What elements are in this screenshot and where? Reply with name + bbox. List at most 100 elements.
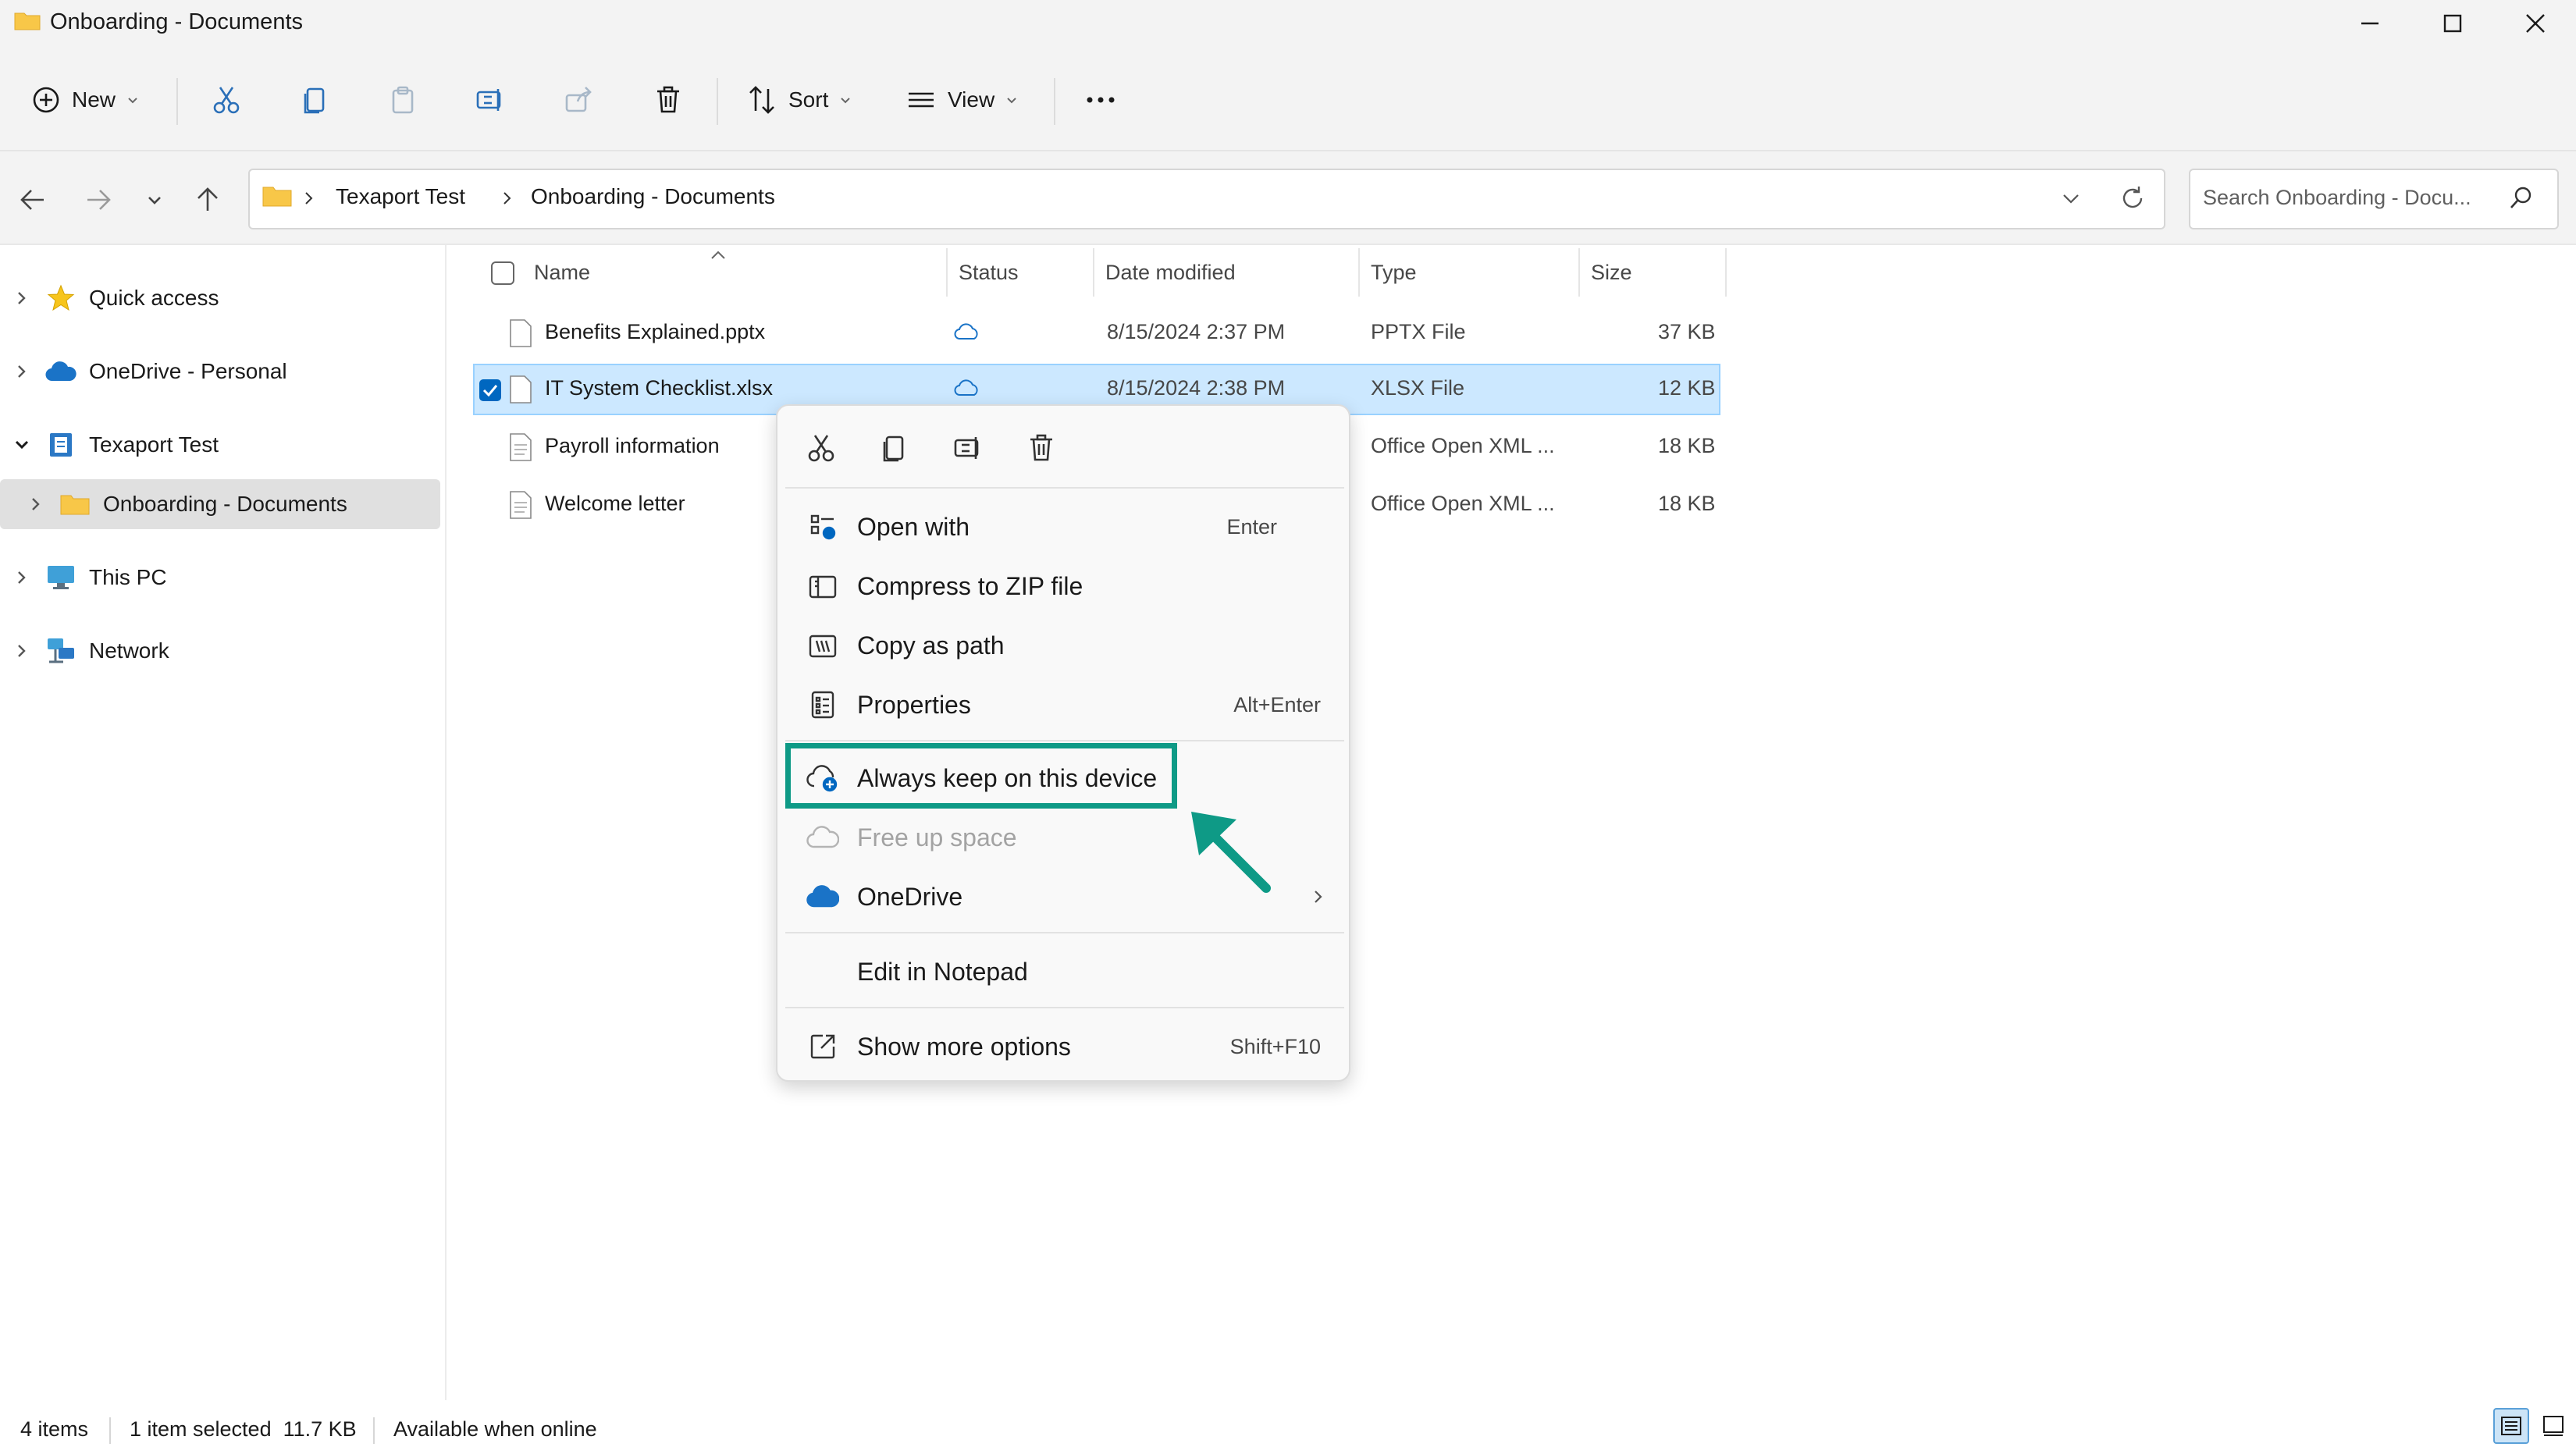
network-icon: [48, 638, 74, 663]
toolbar-separator: [1054, 78, 1055, 125]
sidebar-item-label: OneDrive - Personal: [89, 359, 287, 383]
details-view-icon: [2501, 1417, 2521, 1435]
status-selection: 1 item selected 11.7 KB: [130, 1417, 357, 1441]
cut-button[interactable]: [211, 75, 242, 125]
new-button[interactable]: New: [31, 75, 139, 125]
menu-separator: [785, 1007, 1344, 1008]
share-button[interactable]: [564, 75, 595, 125]
sidebar-item-quick-access[interactable]: Quick access: [0, 273, 440, 323]
column-separator[interactable]: [1725, 248, 1727, 297]
file-icon: [510, 319, 532, 347]
file-date: 8/15/2024 2:37 PM: [1107, 320, 1286, 343]
sidebar-item-this-pc[interactable]: This PC: [0, 553, 440, 603]
copy-icon: [304, 87, 325, 114]
chevron-right-icon: [18, 365, 26, 378]
copy-icon: [883, 436, 904, 462]
menu-item-show-more-options[interactable]: Show more options Shift+F10: [777, 1018, 1352, 1075]
sidebar-item-label: This PC: [89, 565, 167, 589]
context-cut-button[interactable]: [790, 423, 852, 473]
sidebar-item-texaport-test[interactable]: Texaport Test: [0, 420, 440, 470]
menu-item-edit-in-notepad[interactable]: Edit in Notepad: [777, 943, 1352, 1001]
checkbox-checked-icon[interactable]: [478, 378, 503, 403]
details-view-button[interactable]: [2493, 1408, 2529, 1444]
toolbar-separator: [717, 78, 718, 125]
column-header-type[interactable]: Type: [1371, 261, 1417, 285]
arrow-left-icon: [20, 190, 44, 210]
column-header-name[interactable]: Name: [534, 261, 590, 285]
maximize-icon: [2443, 14, 2462, 33]
library-icon: [50, 433, 72, 457]
chevron-down-icon[interactable]: [2059, 189, 2083, 208]
delete-button[interactable]: [653, 75, 684, 125]
column-separator[interactable]: [946, 248, 948, 297]
sort-button[interactable]: Sort: [746, 75, 852, 125]
view-button[interactable]: View: [906, 75, 1018, 125]
up-button[interactable]: [192, 184, 223, 219]
arrow-right-icon: [87, 190, 111, 210]
file-row[interactable]: Benefits Explained.pptx 8/15/2024 2:37 P…: [473, 308, 1720, 359]
more-icon: [1087, 97, 1115, 103]
file-name: Welcome letter: [545, 492, 685, 515]
copy-button[interactable]: [300, 75, 331, 125]
sort-icon: [749, 86, 774, 114]
file-size: 18 KB: [1658, 492, 1716, 515]
forward-button[interactable]: [83, 184, 114, 219]
column-header-date-modified[interactable]: Date modified: [1105, 261, 1236, 285]
rename-button[interactable]: [475, 75, 506, 125]
menu-item-copy-as-path[interactable]: Copy as path: [777, 617, 1352, 674]
paste-button[interactable]: [387, 75, 418, 125]
recent-locations-button[interactable]: [145, 190, 164, 213]
back-button[interactable]: [17, 184, 48, 219]
list-view-icon: [909, 92, 934, 108]
sidebar-item-onedrive-personal[interactable]: OneDrive - Personal: [0, 347, 440, 396]
sort-ascending-icon: [711, 251, 725, 259]
context-copy-button[interactable]: [863, 423, 926, 473]
window-title: Onboarding - Documents: [50, 9, 303, 34]
menu-item-properties[interactable]: Properties Alt+Enter: [777, 676, 1352, 734]
column-separator[interactable]: [1358, 248, 1360, 297]
menu-separator: [785, 487, 1344, 489]
minimize-button[interactable]: [2329, 0, 2411, 47]
chevron-down-icon: [1007, 98, 1016, 104]
menu-separator: [785, 740, 1344, 741]
close-button[interactable]: [2495, 0, 2576, 47]
scissors-icon: [808, 435, 834, 462]
sidebar-item-network[interactable]: Network: [0, 626, 440, 676]
file-type: XLSX File: [1371, 376, 1465, 400]
annotation-arrow-icon: [1191, 812, 1271, 893]
rename-icon: [954, 437, 979, 459]
cloud-icon: [806, 826, 839, 848]
zip-icon: [809, 575, 837, 599]
column-header-status[interactable]: Status: [959, 261, 1019, 285]
large-icons-view-icon: [2543, 1416, 2564, 1436]
chevron-down-icon: [15, 440, 29, 450]
more-button[interactable]: [1082, 75, 1119, 125]
column-separator[interactable]: [1578, 248, 1580, 297]
more-options-icon: [810, 1034, 835, 1059]
menu-item-label: Properties: [857, 690, 971, 719]
column-separator[interactable]: [1093, 248, 1094, 297]
file-size: 18 KB: [1658, 434, 1716, 457]
menu-item-open-with[interactable]: Open with Enter: [777, 498, 1352, 556]
sidebar-item-label: Texaport Test: [89, 432, 219, 457]
computer-icon: [48, 566, 74, 589]
menu-item-compress-zip[interactable]: Compress to ZIP file: [777, 557, 1352, 615]
select-all-checkbox[interactable]: [490, 261, 515, 286]
status-availability: Available when online: [393, 1417, 597, 1441]
search-icon[interactable]: [2507, 184, 2535, 212]
maximize-button[interactable]: [2412, 0, 2493, 47]
cloud-icon: [954, 379, 978, 396]
menu-item-label: Compress to ZIP file: [857, 571, 1083, 600]
copy-path-icon: [809, 635, 837, 658]
command-bar: [0, 47, 2576, 151]
sidebar-item-onboarding-documents[interactable]: Onboarding - Documents: [0, 479, 440, 529]
context-delete-button[interactable]: [1010, 423, 1073, 473]
chevron-right-icon: [1315, 891, 1322, 903]
refresh-icon[interactable]: [2117, 183, 2148, 214]
file-size: 37 KB: [1658, 320, 1716, 343]
breadcrumb-onboarding-documents[interactable]: Onboarding - Documents: [531, 184, 775, 209]
tiles-view-button[interactable]: [2535, 1408, 2571, 1444]
column-header-size[interactable]: Size: [1591, 261, 1632, 285]
breadcrumb-texaport-test[interactable]: Texaport Test: [336, 184, 465, 209]
context-rename-button[interactable]: [937, 423, 999, 473]
